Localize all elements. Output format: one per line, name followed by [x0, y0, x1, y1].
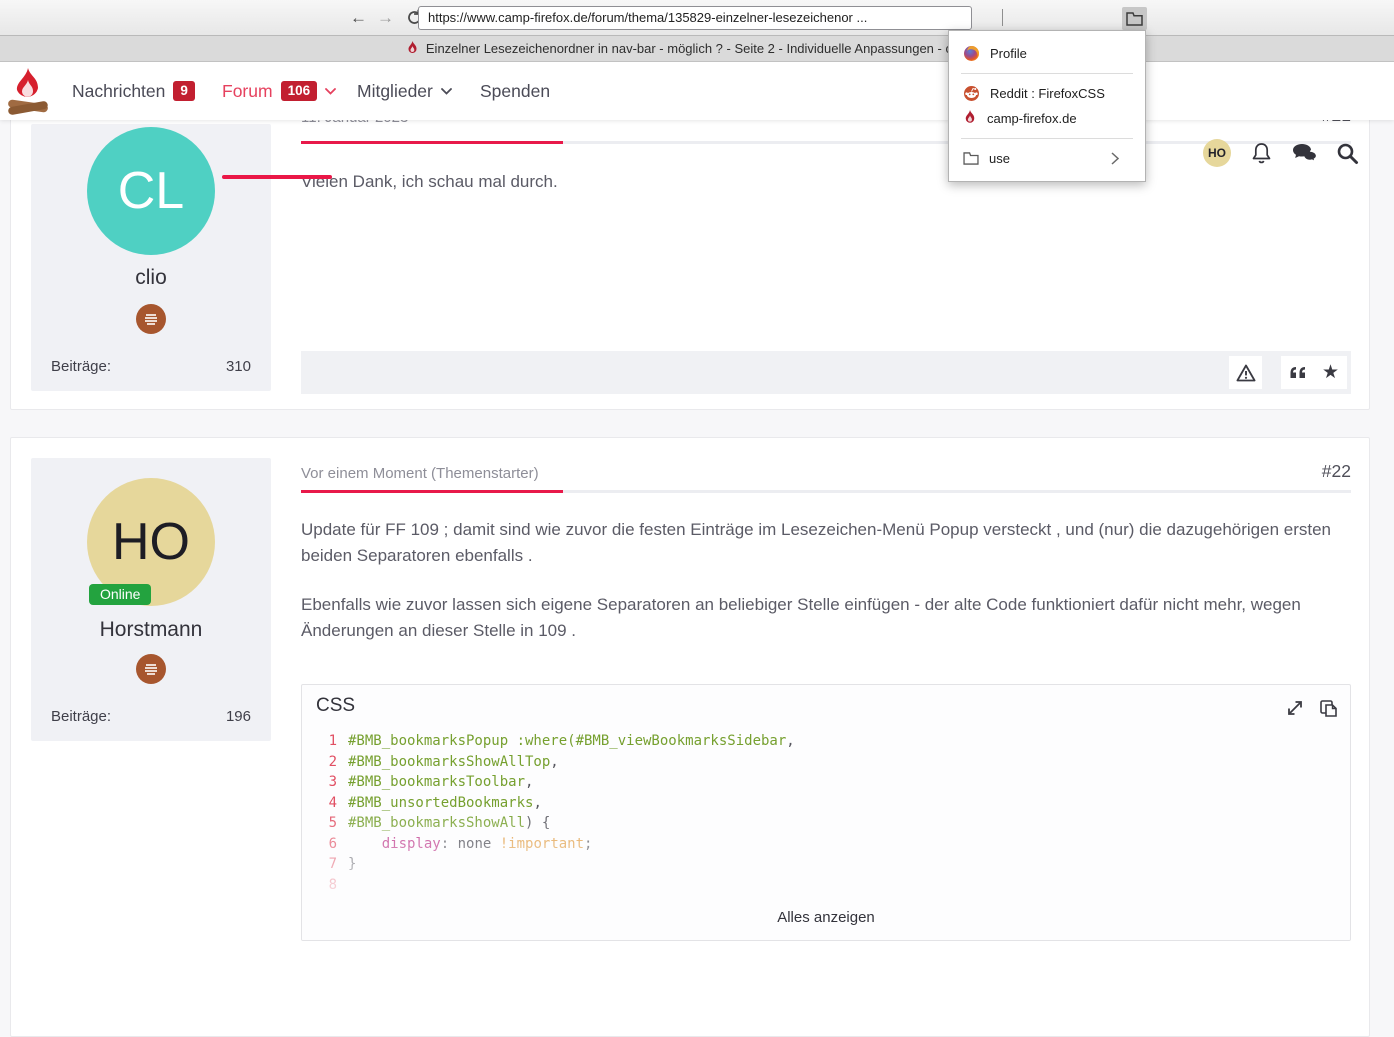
tab-bar[interactable]: Einzelner Lesezeichenordner in nav-bar -…	[0, 36, 1394, 62]
post-text: Ebenfalls wie zuvor lassen sich eigene S…	[301, 592, 1351, 643]
firefox-icon	[963, 45, 980, 62]
avatar-initials: HO	[112, 512, 190, 572]
bookmarks-folder-button[interactable]	[1122, 7, 1147, 30]
forum-badge: 106	[281, 81, 318, 101]
nachrichten-badge: 9	[173, 81, 195, 101]
online-badge: Online	[89, 584, 151, 605]
search-icon	[1336, 142, 1359, 165]
menu-separator	[961, 138, 1133, 139]
rank-badge-icon	[136, 304, 166, 334]
nav-label: Nachrichten	[72, 81, 165, 102]
report-icon	[1236, 364, 1256, 382]
post-text: Vielen Dank, ich schau mal durch.	[301, 169, 1351, 195]
active-tab-underline	[222, 175, 332, 179]
copy-code-button[interactable]	[1319, 699, 1338, 718]
menu-item-profile[interactable]: Profile	[949, 41, 1145, 66]
url-bar[interactable]: https://www.camp-firefox.de/forum/thema/…	[418, 6, 972, 30]
quote-button[interactable]	[1281, 356, 1314, 389]
forward-button[interactable]: →	[377, 8, 394, 28]
site-navbar: Nachrichten 9 Forum 106 Mitglieder Spend…	[0, 62, 1394, 120]
star-icon: ★	[1322, 363, 1339, 382]
avatar[interactable]: CL	[87, 127, 215, 255]
menu-item-reddit-firefoxcss[interactable]: Reddit : FirefoxCSS	[949, 81, 1145, 106]
post-count-label: Beiträge:	[51, 708, 111, 725]
menu-item-use-folder[interactable]: use	[949, 146, 1145, 171]
nav-item-mitglieder[interactable]: Mitglieder	[357, 62, 452, 120]
conversations-button[interactable]	[1292, 143, 1318, 164]
tab-title: Einzelner Lesezeichenordner in nav-bar -…	[426, 41, 988, 56]
post-22: HO Online Horstmann Beiträge: 196 Vor ei…	[10, 437, 1370, 1037]
post-divider	[301, 490, 1351, 493]
rank-badge-icon	[136, 654, 166, 684]
post-text: Update für FF 109 ; damit sind wie zuvor…	[301, 517, 1351, 568]
author-name[interactable]: clio	[31, 266, 271, 290]
nav-label: Forum	[222, 81, 273, 102]
search-button[interactable]	[1336, 142, 1359, 165]
nav-item-forum[interactable]: Forum 106	[222, 62, 336, 120]
code-language-label: CSS	[316, 695, 355, 717]
expand-code-button[interactable]	[1286, 699, 1304, 717]
nav-label: Mitglieder	[357, 81, 433, 102]
folder-icon	[1126, 12, 1143, 26]
avatar-initials: HO	[1208, 146, 1226, 160]
bookmarks-dropdown: Profile Reddit : FirefoxCSS camp-firefox…	[948, 30, 1146, 182]
post-date: Vor einem Moment (Themenstarter)	[301, 465, 539, 482]
report-button[interactable]	[1229, 356, 1262, 389]
code-line: 1#BMB_bookmarksPopup :where(#BMB_viewBoo…	[302, 731, 1350, 752]
code-block: CSS 1#BMB_bookmarksPopup :where(#BMB_vie…	[301, 684, 1351, 941]
author-name[interactable]: Horstmann	[31, 618, 271, 642]
menu-separator	[961, 73, 1133, 74]
post-count-value: 310	[226, 358, 251, 375]
menu-item-label: use	[989, 151, 1010, 166]
like-button[interactable]: ★	[1314, 356, 1347, 389]
reddit-icon	[963, 85, 980, 102]
toolbar-separator	[1002, 9, 1003, 26]
quote-icon	[1289, 366, 1306, 379]
campfire-logo[interactable]	[6, 66, 50, 118]
chevron-down-icon	[325, 88, 336, 95]
copy-icon	[1319, 699, 1338, 718]
flame-favicon	[406, 41, 419, 57]
post-meta: Vor einem Moment (Themenstarter) #22	[301, 461, 1351, 482]
menu-item-camp-firefox[interactable]: camp-firefox.de	[949, 106, 1145, 131]
author-card: CL clio Beiträge: 310	[31, 124, 271, 391]
post-21: CL clio Beiträge: 310 11. Januar 2023 #2…	[10, 80, 1370, 410]
nav-item-spenden[interactable]: Spenden	[480, 62, 550, 120]
menu-item-label: camp-firefox.de	[987, 111, 1077, 126]
url-text: https://www.camp-firefox.de/forum/thema/…	[428, 10, 867, 25]
post-count-row: Beiträge: 196	[31, 708, 271, 725]
author-card: HO Online Horstmann Beiträge: 196	[31, 458, 271, 741]
chat-icon	[1292, 143, 1318, 164]
folder-icon	[963, 152, 979, 165]
expand-icon	[1286, 699, 1304, 717]
menu-item-label: Profile	[990, 46, 1027, 61]
post-number[interactable]: #22	[1322, 461, 1351, 482]
nav-label: Spenden	[480, 81, 550, 102]
back-button[interactable]: ←	[350, 8, 367, 28]
menu-item-label: Reddit : FirefoxCSS	[990, 86, 1105, 101]
flame-icon	[963, 110, 977, 127]
avatar-initials: CL	[118, 161, 184, 221]
code-line: 2#BMB_bookmarksShowAllTop,	[302, 752, 1350, 773]
nav-item-nachrichten[interactable]: Nachrichten 9	[72, 62, 195, 120]
browser-toolbar: ← → https://www.camp-firefox.de/forum/th…	[0, 0, 1394, 36]
bell-icon	[1251, 142, 1272, 165]
notifications-button[interactable]	[1251, 142, 1272, 165]
code-line: 3#BMB_bookmarksToolbar,	[302, 772, 1350, 793]
post-divider	[301, 141, 1351, 144]
user-avatar[interactable]: HO	[1203, 139, 1231, 167]
post-count-row: Beiträge: 310	[31, 358, 271, 375]
post-count-label: Beiträge:	[51, 358, 111, 375]
show-all-button[interactable]: Alles anzeigen	[302, 909, 1350, 926]
post-action-bar: ★	[301, 351, 1351, 394]
chevron-down-icon	[441, 88, 452, 95]
post-count-value: 196	[226, 708, 251, 725]
chevron-right-icon	[1111, 152, 1119, 165]
